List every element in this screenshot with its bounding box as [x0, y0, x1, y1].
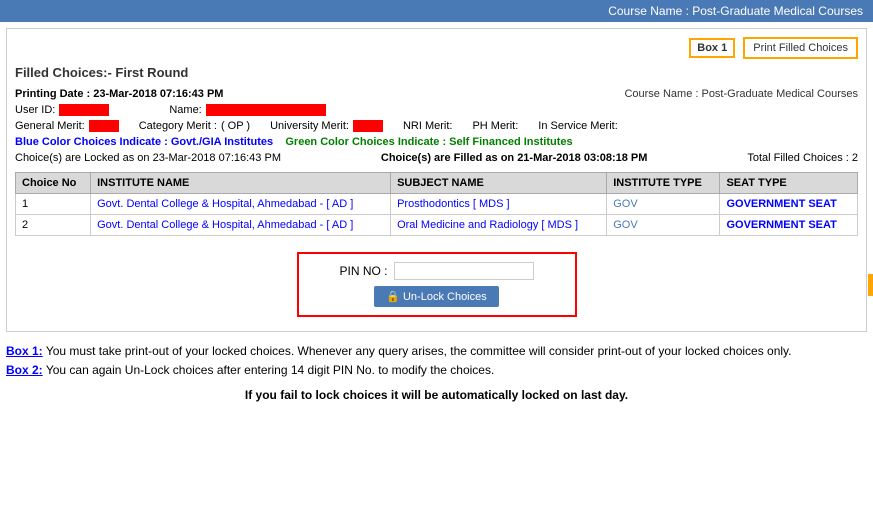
userid-value-redacted: [59, 104, 109, 116]
cell-institute-name: Govt. Dental College & Hospital, Ahmedab…: [91, 215, 391, 236]
pin-section: PIN NO : 🔒 Un-Lock Choices: [297, 252, 577, 317]
university-merit-label: University Merit:: [270, 120, 349, 132]
ph-merit-label: PH Merit:: [472, 120, 518, 132]
pin-row: PIN NO :: [339, 262, 533, 280]
nri-merit-item: NRI Merit:: [403, 120, 453, 132]
filled-choices-title: Filled Choices:- First Round: [15, 65, 858, 80]
cell-choice-no: 1: [16, 194, 91, 215]
cell-subject-name: Prosthodontics [ MDS ]: [391, 194, 607, 215]
printing-date: Printing Date : 23-Mar-2018 07:16:43 PM: [15, 88, 223, 100]
ph-merit-item: PH Merit:: [472, 120, 518, 132]
university-merit-value: [353, 120, 383, 132]
name-value-redacted: [206, 104, 326, 116]
box2-ref: Box 2:: [6, 363, 43, 377]
table-header-row: Choice No INSTITUTE NAME SUBJECT NAME IN…: [16, 173, 858, 194]
blue-legend: Blue Color Choices Indicate : Govt./GIA …: [15, 136, 273, 148]
top-bar: Course Name : Post-Graduate Medical Cour…: [0, 0, 873, 22]
pin-container: PIN NO : 🔒 Un-Lock Choices Box 2: [15, 246, 858, 323]
col-choice-no: Choice No: [16, 173, 91, 194]
box1-ref: Box 1:: [6, 344, 43, 358]
info-row-merits: General Merit: Category Merit : ( OP ) U…: [15, 120, 858, 132]
col-institute-name: INSTITUTE NAME: [91, 173, 391, 194]
box2-instruction-text: You can again Un-Lock choices after ente…: [46, 363, 494, 377]
nri-merit-label: NRI Merit:: [403, 120, 453, 132]
info-row-userid: User ID: Name:: [15, 104, 858, 116]
general-merit-value: [89, 120, 119, 132]
cell-institute-type: GOV: [607, 215, 720, 236]
course-name-right: Course Name : Post-Graduate Medical Cour…: [624, 88, 858, 100]
cell-choice-no: 2: [16, 215, 91, 236]
cell-institute-type: GOV: [607, 194, 720, 215]
print-filled-choices-button[interactable]: Print Filled Choices: [743, 37, 858, 59]
category-merit-val: ( OP ): [221, 120, 250, 132]
last-line: If you fail to lock choices it will be a…: [6, 386, 867, 405]
main-panel: Box 1 Print Filled Choices Filled Choice…: [6, 28, 867, 332]
table-row: 2Govt. Dental College & Hospital, Ahmeda…: [16, 215, 858, 236]
unlock-choices-button[interactable]: 🔒 Un-Lock Choices: [374, 286, 499, 307]
total-filled: Total Filled Choices : 2: [747, 152, 858, 164]
lock-info-1: Choice(s) are Locked as on 23-Mar-2018 0…: [15, 152, 281, 164]
instructions: Box 1: You must take print-out of your l…: [6, 342, 867, 406]
col-seat-type: SEAT TYPE: [720, 173, 858, 194]
col-institute-type: INSTITUTE TYPE: [607, 173, 720, 194]
info-row-printing: Printing Date : 23-Mar-2018 07:16:43 PM …: [15, 88, 858, 100]
box1-instruction-text: You must take print-out of your locked c…: [46, 344, 792, 358]
panel-header-row: Box 1 Print Filled Choices: [15, 37, 858, 59]
col-subject-name: SUBJECT NAME: [391, 173, 607, 194]
green-legend: Green Color Choices Indicate : Self Fina…: [285, 136, 572, 148]
pin-input[interactable]: [394, 262, 534, 280]
name-item: Name:: [169, 104, 325, 116]
in-service-merit-label: In Service Merit:: [538, 120, 617, 132]
cell-institute-name: Govt. Dental College & Hospital, Ahmedab…: [91, 194, 391, 215]
in-service-merit-item: In Service Merit:: [538, 120, 617, 132]
university-merit-item: University Merit:: [270, 120, 383, 132]
userid-item: User ID:: [15, 104, 109, 116]
color-legend: Blue Color Choices Indicate : Govt./GIA …: [15, 136, 858, 148]
category-merit-label: Category Merit :: [139, 120, 217, 132]
course-name-top: Course Name : Post-Graduate Medical Cour…: [608, 4, 863, 18]
instruction-box1: Box 1: You must take print-out of your l…: [6, 342, 867, 361]
instruction-box2: Box 2: You can again Un-Lock choices aft…: [6, 361, 867, 380]
cell-seat-type: GOVERNMENT SEAT: [720, 194, 858, 215]
cell-seat-type: GOVERNMENT SEAT: [720, 215, 858, 236]
lock-info-row: Choice(s) are Locked as on 23-Mar-2018 0…: [15, 152, 858, 164]
box1-label: Box 1: [689, 38, 735, 58]
table-row: 1Govt. Dental College & Hospital, Ahmeda…: [16, 194, 858, 215]
general-merit-label: General Merit:: [15, 120, 85, 132]
name-label: Name:: [169, 104, 201, 116]
general-merit-item: General Merit:: [15, 120, 119, 132]
cell-subject-name: Oral Medicine and Radiology [ MDS ]: [391, 215, 607, 236]
lock-info-2: Choice(s) are Filled as on 21-Mar-2018 0…: [381, 152, 648, 164]
userid-label: User ID:: [15, 104, 55, 116]
pin-label: PIN NO :: [339, 264, 387, 278]
category-merit-item: Category Merit : ( OP ): [139, 120, 250, 132]
box2-label: Box 2: [868, 274, 873, 296]
choices-table: Choice No INSTITUTE NAME SUBJECT NAME IN…: [15, 172, 858, 236]
